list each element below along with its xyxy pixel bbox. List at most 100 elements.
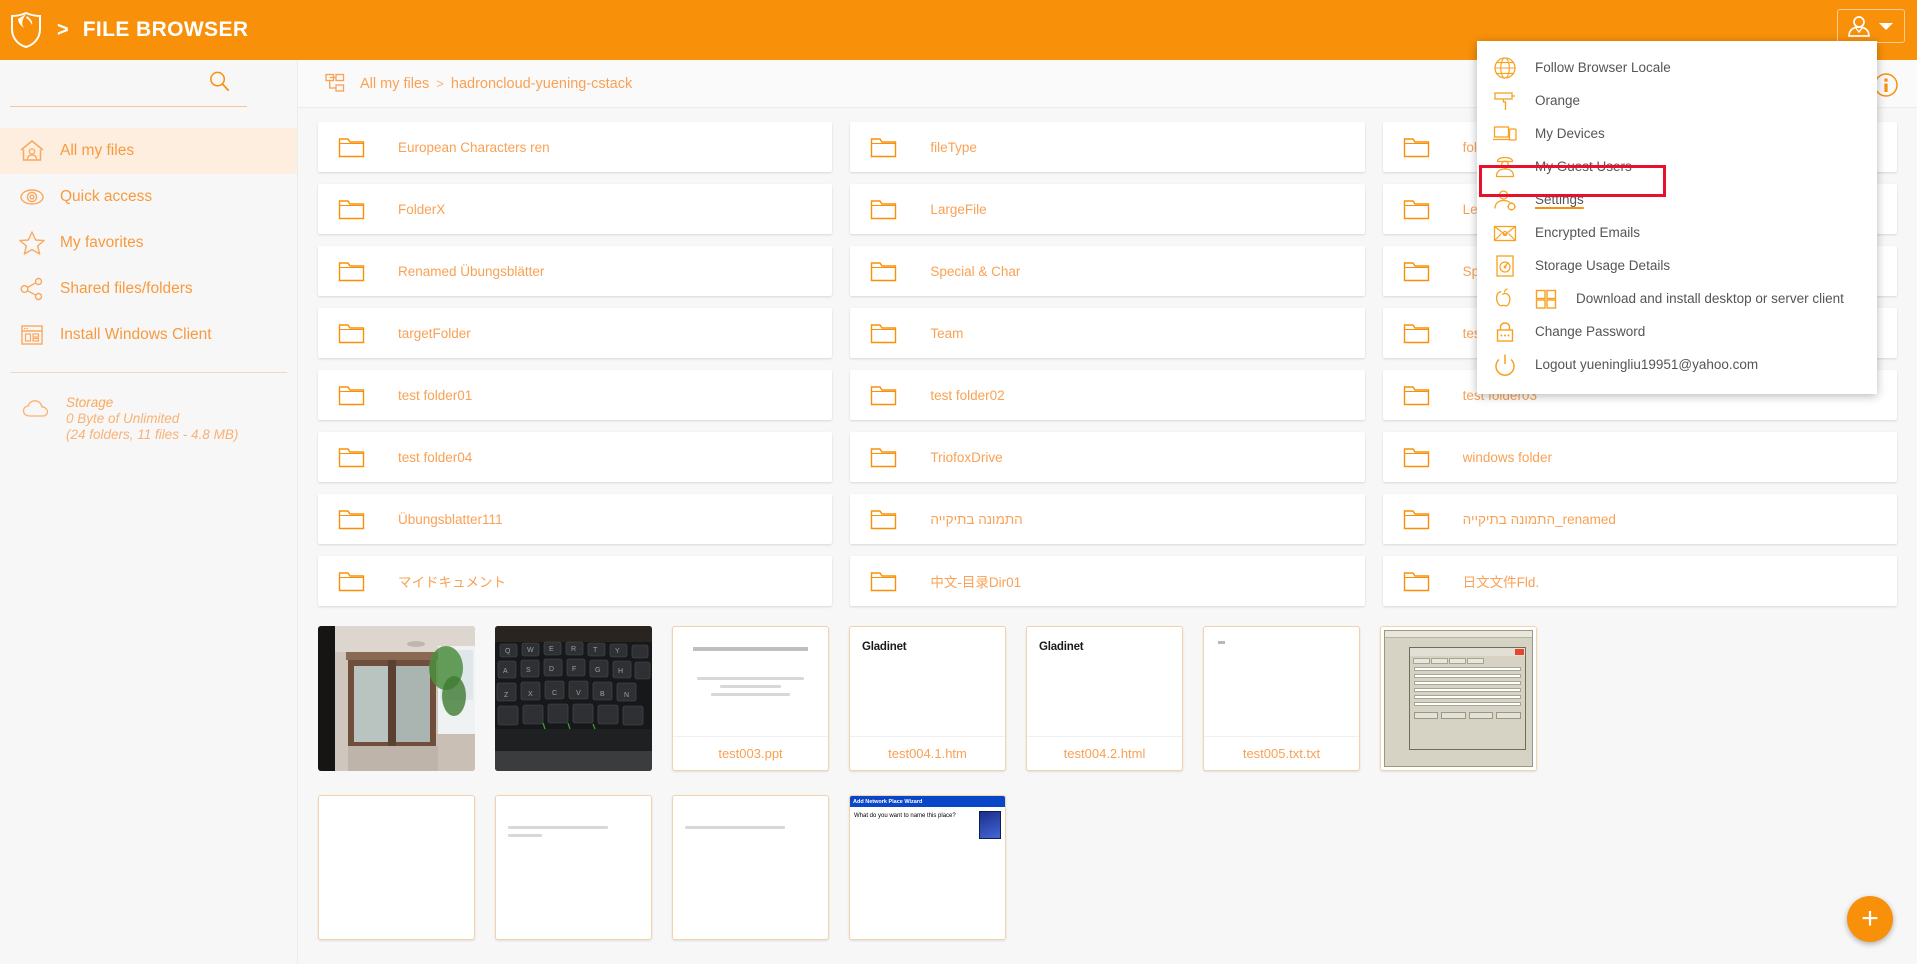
folder-name: LargeFile (930, 201, 987, 217)
svg-text:F: F (572, 666, 576, 673)
folder-card[interactable]: LargeFile (850, 184, 1365, 234)
menu-item-change-password[interactable]: Change Password (1477, 315, 1877, 348)
search-input[interactable] (10, 106, 247, 107)
breadcrumb-current[interactable]: hadroncloud-yuening-cstack (451, 76, 632, 92)
chevron-down-icon (1878, 21, 1894, 31)
folder-name: Renamed Übungsblätter (398, 263, 545, 279)
file-name: test005.txt.txt (1204, 736, 1359, 770)
power-icon (1492, 352, 1518, 378)
folder-card[interactable]: test folder01 (318, 370, 833, 420)
sidebar-item-label: Install Windows Client (60, 326, 212, 343)
file-tile-screenshot[interactable]: Add Network Place Wizard What do you wan… (849, 795, 1006, 940)
file-tile-document[interactable] (672, 795, 829, 940)
add-button[interactable]: + (1847, 896, 1893, 942)
menu-item-logout[interactable]: Logout yueningliu19951@yahoo.com (1477, 348, 1877, 381)
file-tile-photo[interactable]: Q W E R T Y A S D F G H Z X C V B N (495, 626, 652, 771)
file-tile-row: Add Network Place Wizard What do you wan… (298, 787, 1917, 940)
folder-icon (870, 197, 897, 221)
menu-item-label: Download and install desktop or server c… (1576, 291, 1844, 306)
menu-item-follow-browser-locale[interactable]: Follow Browser Locale (1477, 51, 1877, 84)
thumbnail-preview (673, 796, 828, 939)
menu-item-my-guest-users[interactable]: My Guest Users (1477, 150, 1877, 183)
folder-tree-icon (325, 73, 349, 95)
sidebar-nav: All my files Quick access My favorites S… (0, 128, 297, 358)
menu-item-label: Change Password (1535, 324, 1646, 339)
folder-icon (870, 135, 897, 159)
storage-title: Storage (66, 395, 114, 410)
file-tile-document[interactable] (495, 795, 652, 940)
folder-card[interactable]: TriofoxDrive (850, 432, 1365, 482)
file-tile-photo[interactable] (318, 626, 475, 771)
sidebar-item-all-my-files[interactable]: All my files (0, 128, 297, 174)
folder-icon (1403, 197, 1430, 221)
folder-card[interactable]: התמונה בתיקייה (850, 494, 1365, 544)
sidebar-item-install-windows-client[interactable]: Install Windows Client (0, 312, 297, 358)
folder-card[interactable]: test folder02 (850, 370, 1365, 420)
folder-card[interactable]: test folder04 (318, 432, 833, 482)
sidebar-item-shared-files-folders[interactable]: Shared files/folders (0, 266, 297, 312)
sidebar-item-quick-access[interactable]: Quick access (0, 174, 297, 220)
menu-item-settings[interactable]: Settings (1477, 183, 1877, 216)
shield-logo-icon (9, 11, 43, 49)
file-tile-document[interactable]: test005.txt.txt (1203, 626, 1360, 771)
ppt-title-placeholder (693, 647, 808, 651)
folder-card[interactable]: FolderX (318, 184, 833, 234)
folder-icon (338, 321, 365, 345)
folder-name: Team (930, 325, 964, 341)
home-user-icon (18, 137, 46, 165)
folder-name: test folder04 (398, 449, 473, 465)
folder-icon (870, 445, 897, 469)
devices-icon (1492, 121, 1518, 147)
thumbnail-preview (1381, 627, 1536, 770)
photo-keyboard-icon: Q W E R T Y A S D F G H Z X C V B N (495, 626, 652, 771)
folder-card[interactable]: Team (850, 308, 1365, 358)
cloud-icon (22, 398, 50, 420)
txt-preview-mark (1218, 641, 1225, 644)
menu-item-encrypted-emails[interactable]: Encrypted Emails (1477, 216, 1877, 249)
photo-room-icon (318, 626, 475, 771)
folder-card[interactable]: Special & Char (850, 246, 1365, 296)
menu-item-storage-usage-details[interactable]: Storage Usage Details (1477, 249, 1877, 282)
folder-card[interactable]: התמונה בתיקייה_renamed (1382, 494, 1897, 544)
file-tile-screenshot[interactable] (1380, 626, 1537, 771)
sidebar-item-label: All my files (60, 142, 135, 159)
folder-icon (870, 321, 897, 345)
file-tile-document[interactable]: test003.ppt (672, 626, 829, 771)
folder-card[interactable]: マイドキュメント (318, 556, 833, 606)
folder-name: test folder02 (930, 387, 1005, 403)
folder-card[interactable]: European Characters ren (318, 122, 833, 172)
thumbnail-preview: Q W E R T Y A S D F G H Z X C V B N (495, 626, 652, 771)
menu-item-my-devices[interactable]: My Devices (1477, 117, 1877, 150)
menu-item-label: Logout yueningliu19951@yahoo.com (1535, 357, 1759, 372)
folder-card[interactable]: Renamed Übungsblätter (318, 246, 833, 296)
folder-icon (870, 259, 897, 283)
folder-card[interactable]: fileType (850, 122, 1365, 172)
user-dropdown-menu: Follow Browser Locale Orange My Devices … (1477, 41, 1877, 394)
breadcrumb-root[interactable]: All my files (360, 76, 429, 92)
file-tile-document[interactable]: Gladinet test004.2.html (1026, 626, 1183, 771)
folder-card[interactable]: 日文文件Fld. (1382, 556, 1897, 606)
folder-icon (338, 507, 365, 531)
menu-item-label: Encrypted Emails (1535, 225, 1641, 240)
file-tile-document[interactable] (318, 795, 475, 940)
svg-text:B: B (600, 691, 605, 698)
folder-card[interactable]: targetFolder (318, 308, 833, 358)
file-tile-document[interactable]: Gladinet test004.1.htm (849, 626, 1006, 771)
menu-item-orange-theme[interactable]: Orange (1477, 84, 1877, 117)
search-icon[interactable] (208, 70, 231, 98)
page-title: FILE BROWSER (82, 18, 249, 41)
breadcrumb-separator: > (436, 76, 444, 91)
eye-target-icon (18, 183, 46, 211)
folder-card[interactable]: windows folder (1382, 432, 1897, 482)
folder-card[interactable]: 中文-目录Dir01 (850, 556, 1365, 606)
file-tile-row: QWE RTY ASD FGH ZXC VBN test003.ppt Glad… (298, 618, 1917, 771)
folder-icon (338, 569, 365, 593)
menu-item-download-install-client[interactable]: Download and install desktop or server c… (1477, 282, 1877, 315)
folder-card[interactable]: Übungsblatter111 (318, 494, 833, 544)
sidebar-item-my-favorites[interactable]: My favorites (0, 220, 297, 266)
user-menu-button[interactable] (1837, 9, 1905, 43)
svg-text:D: D (549, 666, 554, 673)
doc-preview-lines (673, 796, 828, 829)
user-settings-icon (1492, 187, 1518, 213)
svg-text:Y: Y (615, 648, 620, 655)
